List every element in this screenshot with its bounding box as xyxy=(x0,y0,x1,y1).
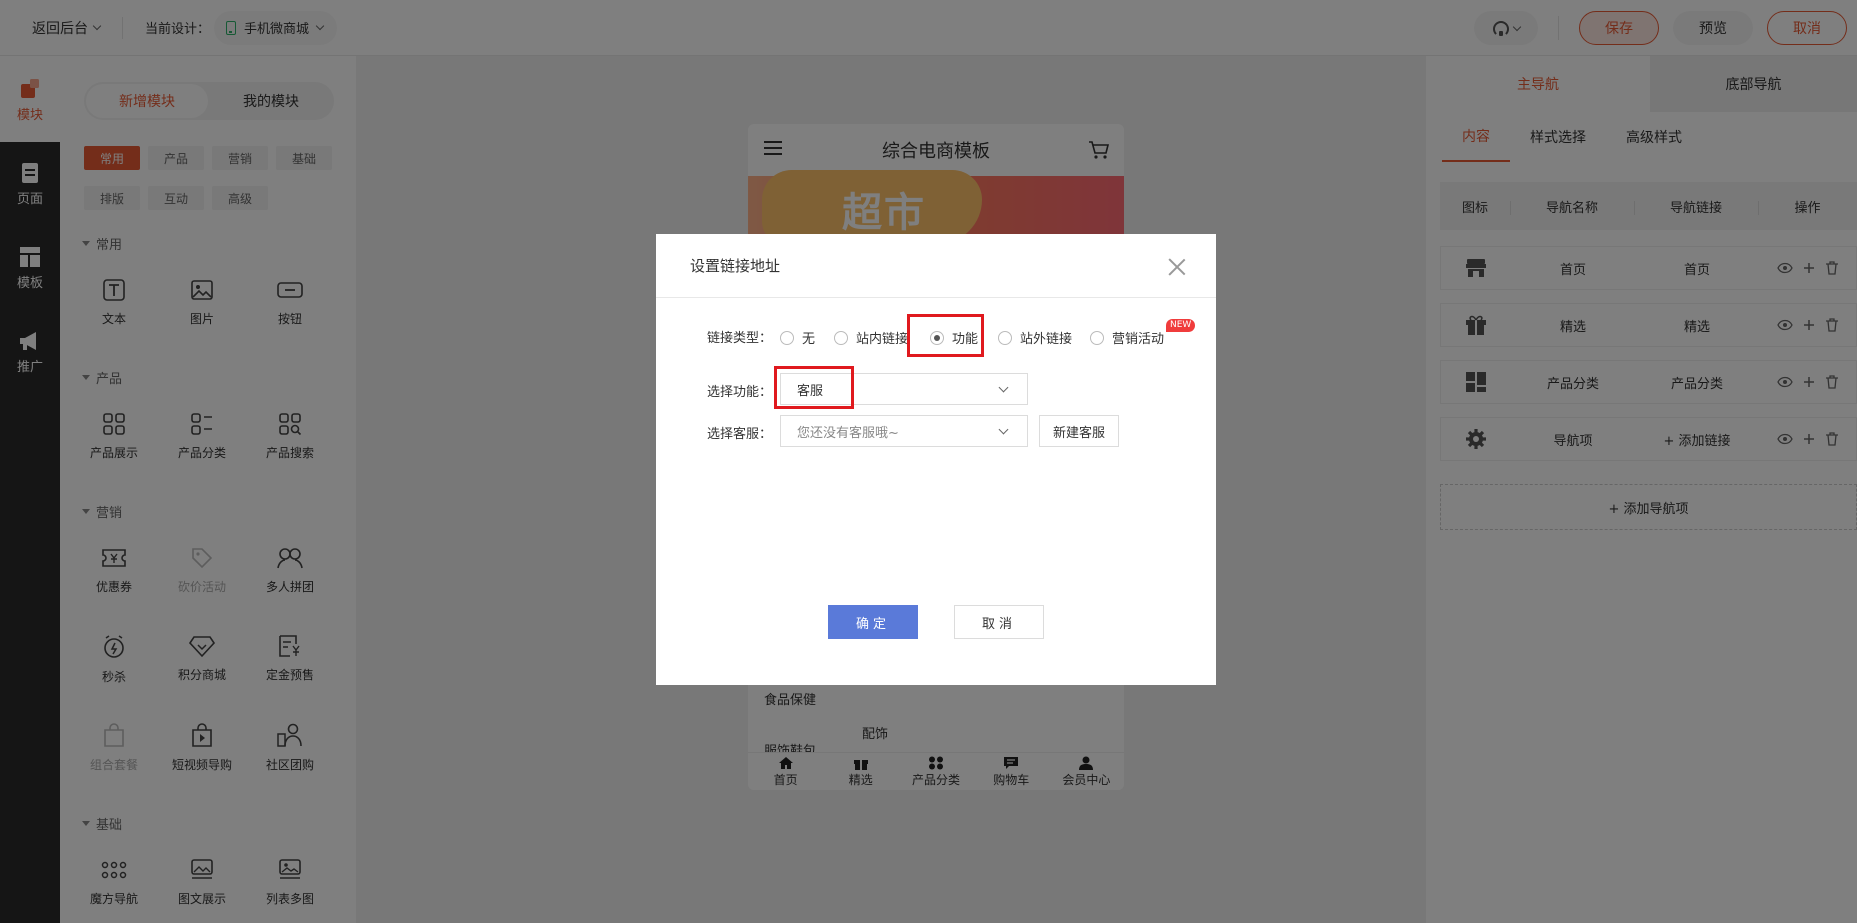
radio-circle xyxy=(1090,330,1104,345)
confirm-button[interactable]: 确定 xyxy=(828,605,918,639)
radio-label: 无 xyxy=(802,332,816,347)
highlight-box-service xyxy=(774,366,854,409)
select-function-label: 选择功能： xyxy=(707,385,773,400)
radio-circle xyxy=(780,330,794,345)
service-select[interactable]: 您还没有客服哦~ xyxy=(780,415,1028,447)
close-icon[interactable] xyxy=(1168,258,1186,276)
dialog-cancel-button[interactable]: 取消 xyxy=(954,605,1044,639)
highlight-box-function xyxy=(907,314,984,357)
chevron-down-icon xyxy=(998,382,1009,393)
radio-label: 营销活动 xyxy=(1112,332,1165,347)
link-settings-dialog: 设置链接地址 链接类型： 无 站内链接 功能 站外链接 营销活动 NEW 选择功… xyxy=(656,234,1216,685)
radio-label: 站外链接 xyxy=(1020,332,1073,347)
radio-internal-link[interactable]: 站内链接 xyxy=(834,328,908,347)
select-service-label: 选择客服： xyxy=(707,427,773,442)
service-select-placeholder: 您还没有客服哦~ xyxy=(797,425,899,441)
radio-circle xyxy=(998,330,1012,345)
radio-label: 站内链接 xyxy=(856,332,909,347)
radio-none[interactable]: 无 xyxy=(780,328,815,347)
radio-external-link[interactable]: 站外链接 xyxy=(998,328,1072,347)
dialog-title: 设置链接地址 xyxy=(656,234,1216,298)
link-type-label: 链接类型： xyxy=(707,331,773,346)
chevron-down-icon xyxy=(998,424,1009,435)
radio-marketing-activity[interactable]: 营销活动 xyxy=(1090,328,1164,347)
new-service-button[interactable]: 新建客服 xyxy=(1039,415,1119,447)
new-badge: NEW xyxy=(1166,319,1196,332)
radio-circle xyxy=(834,330,848,345)
